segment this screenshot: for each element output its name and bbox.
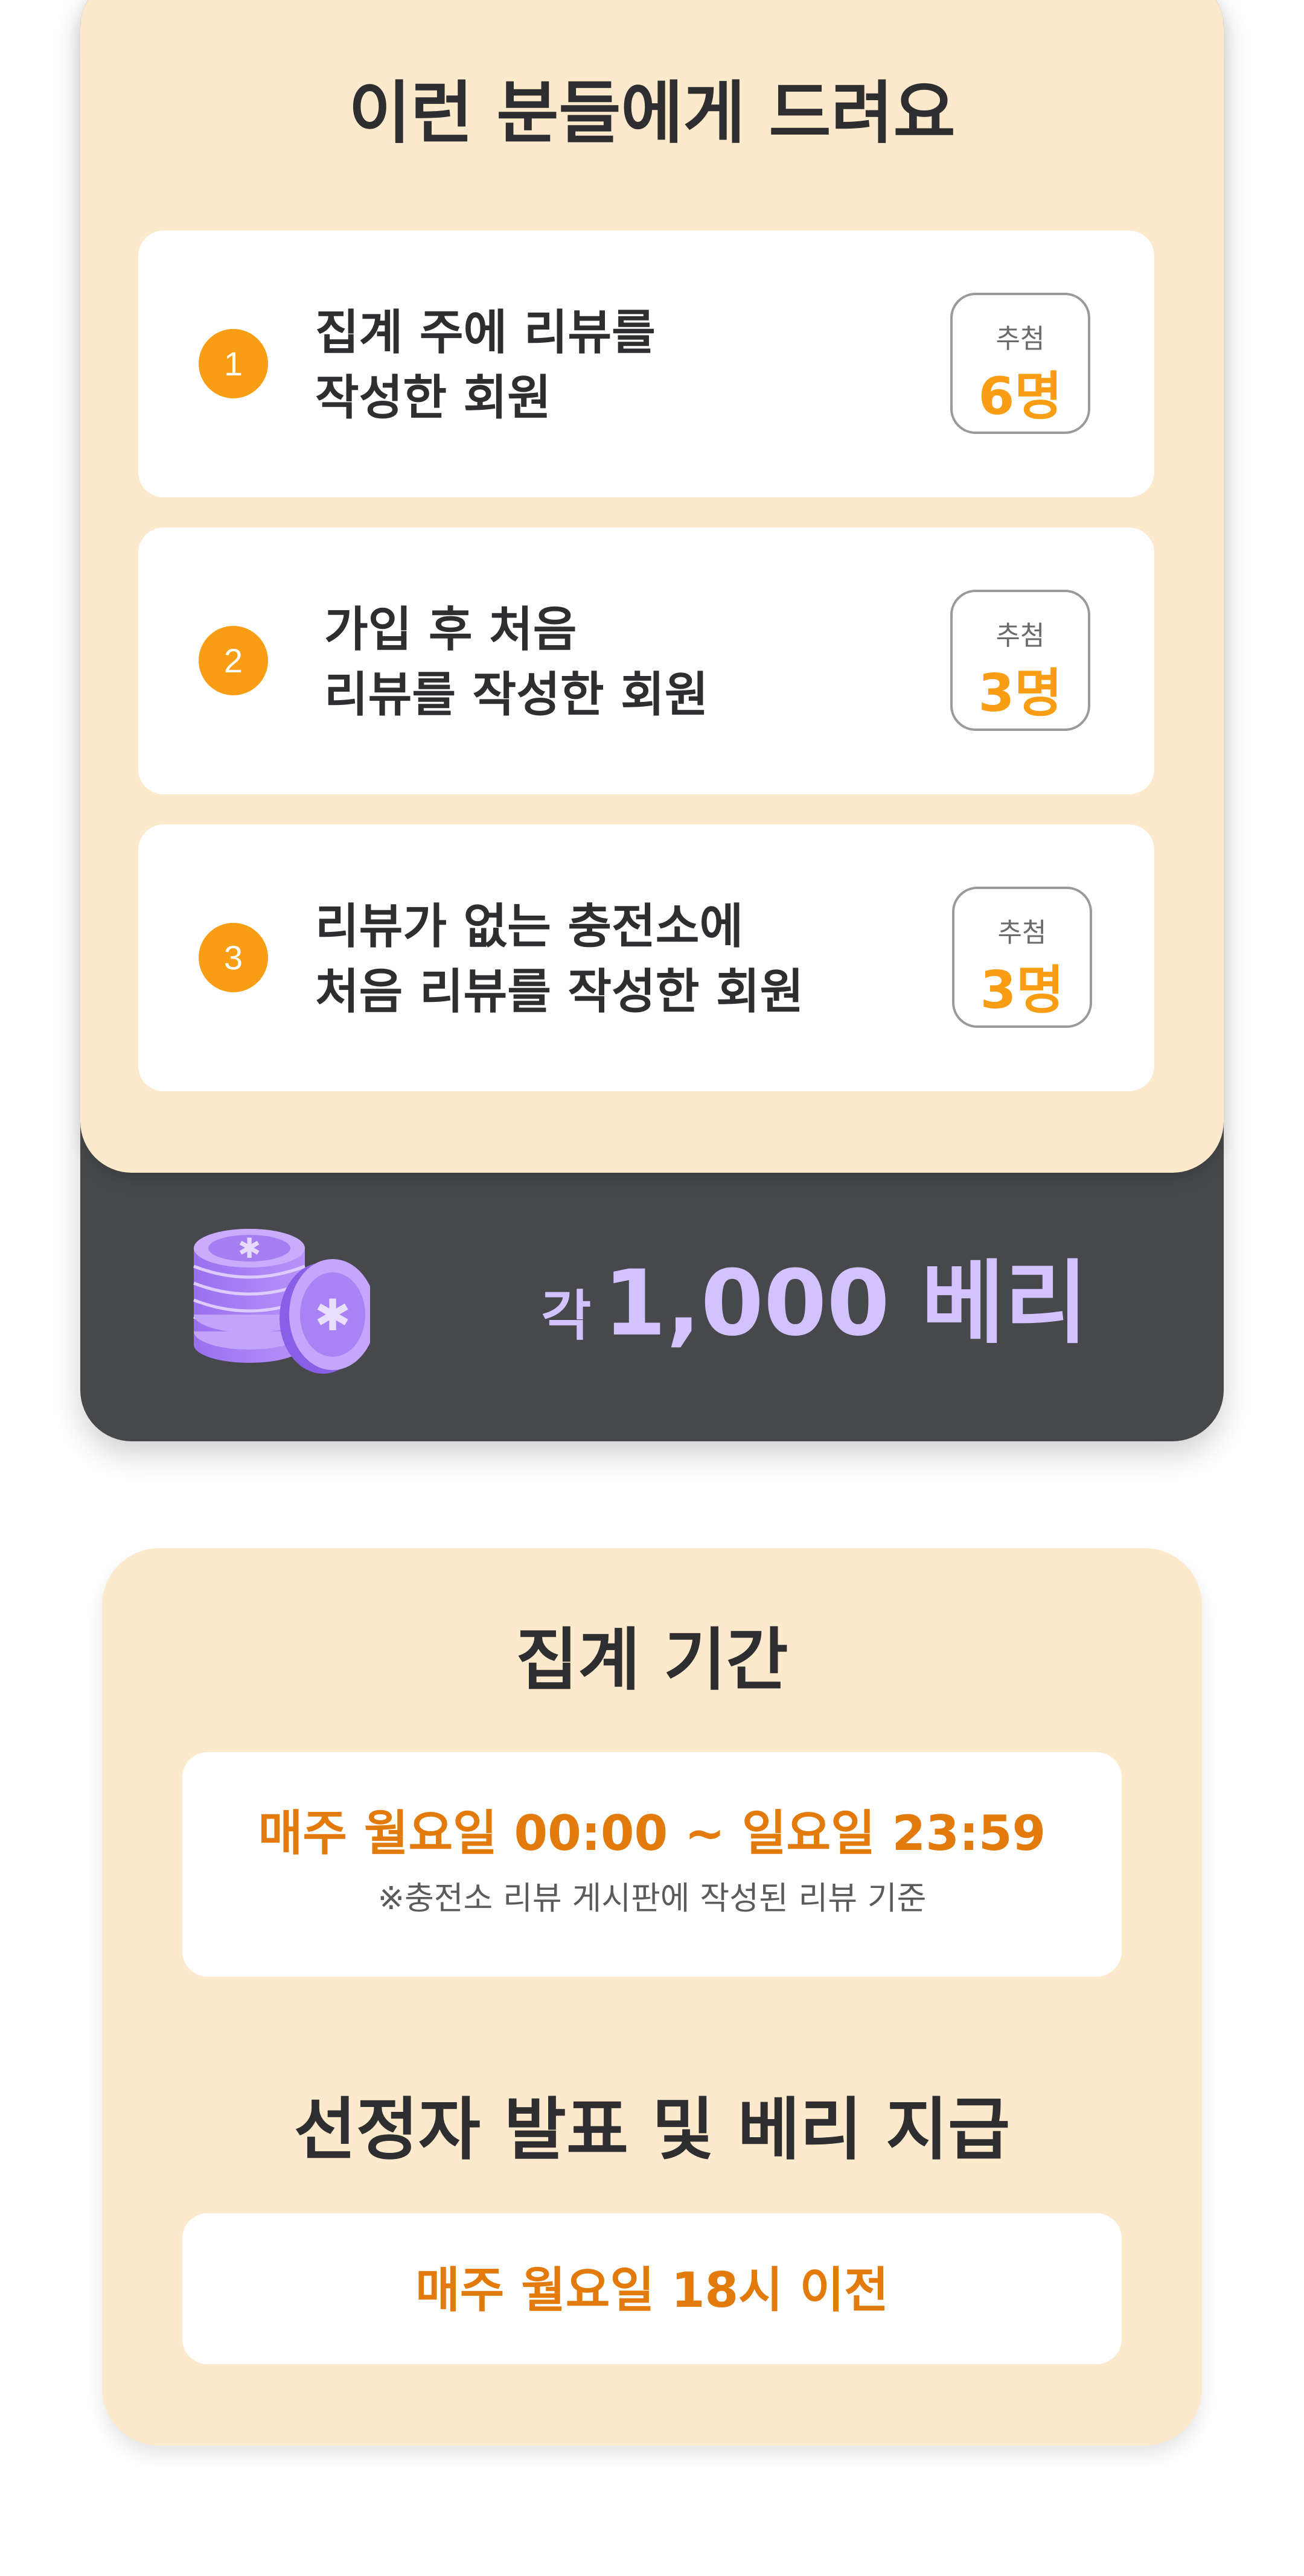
coin-stack-icon: ✱ ✱ xyxy=(193,1229,370,1374)
svg-text:✱: ✱ xyxy=(315,1290,351,1341)
condition-number-badge: 2 xyxy=(199,626,268,695)
reward-card: 이런 분들에게 드려요 1 집계 주에 리뷰를 작성한 회원 추첨 6명 2 가… xyxy=(80,0,1224,1441)
announce-box: 매주 월요일 18시 이전 xyxy=(182,2213,1122,2364)
condition-text: 집계 주에 리뷰를 작성한 회원 xyxy=(315,305,656,426)
winner-count-label: 추첨 xyxy=(996,620,1045,651)
eligibility-panel: 이런 분들에게 드려요 1 집계 주에 리뷰를 작성한 회원 추첨 6명 2 가… xyxy=(80,0,1224,1173)
winner-count-value: 3명 xyxy=(978,663,1063,724)
announce-text: 매주 월요일 18시 이전 xyxy=(415,2262,889,2318)
event-page: 이런 분들에게 드려요 1 집계 주에 리뷰를 작성한 회원 추첨 6명 2 가… xyxy=(0,0,1304,2576)
condition-text: 리뷰가 없는 충전소에 처음 리뷰를 작성한 회원 xyxy=(315,899,804,1019)
period-text: 매주 월요일 00:00 ~ 일요일 23:59 xyxy=(258,1805,1046,1861)
winner-count-value: 3명 xyxy=(980,960,1064,1021)
announce-title: 선정자 발표 및 베리 지급 xyxy=(293,2091,1011,2169)
reward-amount: 각 1,000 베리 xyxy=(542,1258,1088,1349)
period-box: 매주 월요일 00:00 ~ 일요일 23:59 ※충전소 리뷰 게시판에 작성… xyxy=(182,1752,1122,1977)
condition-number-badge: 3 xyxy=(199,923,268,992)
winner-count-label: 추첨 xyxy=(996,324,1045,354)
condition-card-3: 3 리뷰가 없는 충전소에 처음 리뷰를 작성한 회원 추첨 3명 xyxy=(138,824,1154,1091)
condition-card-1: 1 집계 주에 리뷰를 작성한 회원 추첨 6명 xyxy=(138,231,1154,497)
period-note: ※충전소 리뷰 게시판에 작성된 리뷰 기준 xyxy=(377,1880,927,1917)
condition-text: 가입 후 처음 리뷰를 작성한 회원 xyxy=(324,602,709,722)
condition-card-2: 2 가입 후 처음 리뷰를 작성한 회원 추첨 3명 xyxy=(138,528,1154,794)
svg-text:✱: ✱ xyxy=(238,1232,261,1264)
eligibility-title: 이런 분들에게 드려요 xyxy=(348,74,956,153)
condition-number-badge: 1 xyxy=(199,329,268,398)
winner-count-box: 추첨 3명 xyxy=(952,887,1092,1028)
reward-prefix: 각 xyxy=(541,1284,592,1348)
winner-count-box: 추첨 3명 xyxy=(950,590,1090,731)
winner-count-value: 6명 xyxy=(978,366,1063,427)
winner-count-box: 추첨 6명 xyxy=(950,293,1090,434)
period-title: 집계 기간 xyxy=(516,1621,788,1700)
schedule-card: 집계 기간 매주 월요일 00:00 ~ 일요일 23:59 ※충전소 리뷰 게… xyxy=(102,1548,1202,2446)
reward-value: 1,000 베리 xyxy=(603,1251,1088,1356)
winner-count-label: 추첨 xyxy=(997,917,1047,948)
